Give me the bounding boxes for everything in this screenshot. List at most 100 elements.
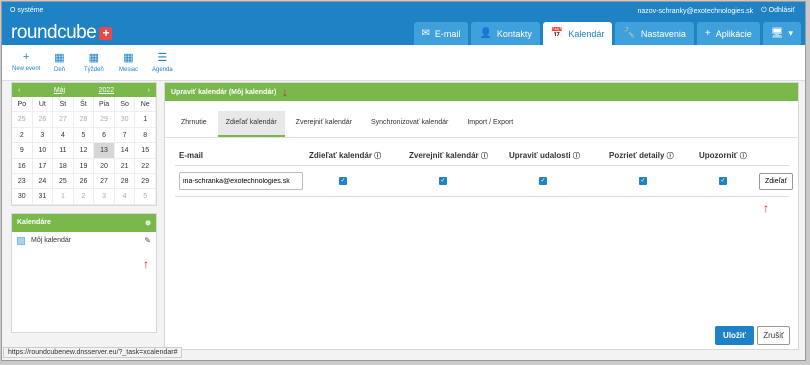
calendar-day[interactable]: 4	[114, 189, 136, 205]
email-input[interactable]	[179, 172, 303, 190]
calendar-day[interactable]: 19	[73, 158, 95, 174]
tab-summary[interactable]: Zhrnutie	[173, 111, 215, 137]
tab-share[interactable]: Zdieľať kalendár	[217, 111, 285, 137]
calendar-day[interactable]: 3	[94, 189, 115, 205]
calendar-day[interactable]: 26	[73, 173, 95, 190]
edit-events-checkbox[interactable]: ✓	[539, 177, 547, 185]
month-link[interactable]: Máj	[54, 87, 65, 94]
calendar-day[interactable]: 13	[94, 143, 115, 159]
share-checkbox[interactable]: ✓	[339, 177, 347, 185]
table-header: E-mail Zdieľať kalendár ⓘ Zverejniť kale…	[175, 147, 789, 166]
nav-calendar-label: Kalendár	[568, 28, 605, 39]
calendar-day[interactable]: 1	[135, 112, 156, 128]
col-details-label: Pozrieť detaily	[609, 151, 665, 160]
view-details-checkbox[interactable]: ✓	[639, 177, 647, 185]
calendar-day[interactable]: 27	[53, 112, 74, 128]
calendar-day[interactable]: 29	[135, 173, 156, 190]
nav-apps[interactable]: + Aplikácie	[696, 22, 760, 45]
calendar-day[interactable]: 2	[73, 189, 95, 205]
month-icon: ▦	[123, 52, 134, 64]
calendar-day[interactable]: 4	[53, 127, 74, 144]
day-view-button[interactable]: ▦ Deň	[54, 51, 65, 73]
info-icon[interactable]: ⓘ	[481, 153, 488, 160]
notify-checkbox[interactable]: ✓	[719, 177, 727, 185]
calendar-day[interactable]: 25	[12, 112, 33, 128]
logout-link[interactable]: ⏻ Odhlásiť	[761, 7, 795, 15]
calendar-day[interactable]: 2	[12, 127, 33, 144]
calendar-day[interactable]: 22	[135, 158, 156, 174]
nav-monitor[interactable]: 🖥 ▾	[762, 22, 801, 45]
info-icon[interactable]: ⓘ	[374, 153, 381, 160]
cancel-button[interactable]: Zrušiť	[757, 326, 790, 345]
calendar-day[interactable]: 7	[114, 127, 136, 144]
tab-publish[interactable]: Zverejniť kalendár	[288, 111, 360, 137]
weekday-label: St	[53, 97, 74, 113]
roundcube-logo[interactable]: roundcube +	[11, 22, 113, 44]
col-edit: Upraviť udalosti ⓘ	[509, 151, 609, 161]
calendar-day[interactable]: 26	[32, 112, 54, 128]
calendar-day[interactable]: 5	[73, 127, 95, 144]
tab-import-export[interactable]: Import / Export	[459, 111, 521, 137]
calendar-day[interactable]: 23	[12, 173, 33, 190]
calendar-day[interactable]: 27	[94, 173, 115, 190]
calendar-item[interactable]: Môj kalendár ✎	[12, 232, 156, 250]
calendar-day[interactable]: 14	[114, 143, 136, 159]
plus-box-icon: +	[704, 28, 711, 39]
month-view-button[interactable]: ▦ Mesiac	[119, 51, 138, 73]
about-link[interactable]: O systéme	[10, 7, 43, 14]
calendar-day[interactable]: 17	[32, 158, 54, 174]
calendar-color-swatch[interactable]	[17, 236, 25, 245]
calendar-day[interactable]: 15	[135, 143, 156, 159]
info-icon[interactable]: ⓘ	[573, 153, 580, 160]
calendar-day[interactable]: 24	[32, 173, 54, 190]
calendar-day[interactable]: 6	[94, 127, 115, 144]
calendar-day[interactable]: 30	[114, 112, 136, 128]
nav-contacts[interactable]: 👤 Kontakty	[471, 22, 540, 45]
next-month-icon[interactable]: ›	[148, 87, 150, 94]
calendar-day[interactable]: 18	[53, 158, 74, 174]
calendar-day[interactable]: 9	[12, 143, 33, 159]
calendar-item-label: Môj kalendár	[31, 237, 72, 245]
col-share: Zdieľať kalendár ⓘ	[309, 151, 409, 161]
calendar-day[interactable]: 1	[53, 189, 74, 205]
calendar-day[interactable]: 25	[53, 173, 74, 190]
save-button[interactable]: Uložiť	[715, 326, 754, 345]
add-calendar-icon[interactable]: ⊕	[145, 219, 151, 227]
plus-icon: +	[22, 51, 30, 63]
calendar-day[interactable]: 8	[135, 127, 156, 144]
calendar-day[interactable]: 31	[32, 189, 54, 205]
calendar-day[interactable]: 5	[135, 189, 156, 205]
calendar-day[interactable]: 12	[73, 143, 95, 159]
calendar-day[interactable]: 28	[73, 112, 95, 128]
publish-checkbox[interactable]: ✓	[439, 177, 447, 185]
tab-sync[interactable]: Synchronizovať kalendár	[363, 111, 456, 137]
calendar-day[interactable]: 3	[32, 127, 54, 144]
calendar-day[interactable]: 28	[114, 173, 136, 190]
calendar-day[interactable]: 11	[53, 143, 74, 159]
new-event-button[interactable]: + New event	[12, 51, 40, 72]
nav-settings[interactable]: 🔧 Nastavenia	[615, 22, 694, 45]
envelope-icon: ✉	[421, 28, 430, 39]
col-action	[759, 151, 793, 161]
calendar-day[interactable]: 29	[94, 112, 115, 128]
calendar-day[interactable]: 20	[94, 158, 115, 174]
agenda-view-button[interactable]: ☰ Agenda	[152, 51, 173, 73]
prev-month-icon[interactable]: ‹	[18, 87, 20, 94]
info-icon[interactable]: ⓘ	[740, 153, 747, 160]
share-button[interactable]: Zdieľať	[759, 172, 793, 190]
nav-calendar[interactable]: 📅 Kalendár	[542, 22, 613, 45]
edit-pencil-icon[interactable]: ✎	[144, 236, 151, 245]
year-link[interactable]: 2022	[99, 87, 115, 94]
logo-plus-icon: +	[99, 26, 113, 40]
panel-title: Upraviť kalendár (Môj kalendár)	[165, 83, 798, 101]
day-icon: ▦	[54, 52, 65, 64]
calendar-day[interactable]: 30	[12, 189, 33, 205]
info-icon[interactable]: ⓘ	[667, 153, 674, 160]
col-email: E-mail	[179, 151, 204, 160]
calendar-day[interactable]: 10	[32, 143, 54, 159]
week-view-button[interactable]: ▦ Týždeň	[84, 51, 104, 73]
calendar-day[interactable]: 21	[114, 158, 136, 174]
nav-email[interactable]: ✉ E-mail	[413, 22, 469, 45]
calendar-day[interactable]: 16	[12, 158, 33, 174]
annotation-arrow: ↓	[282, 85, 288, 99]
